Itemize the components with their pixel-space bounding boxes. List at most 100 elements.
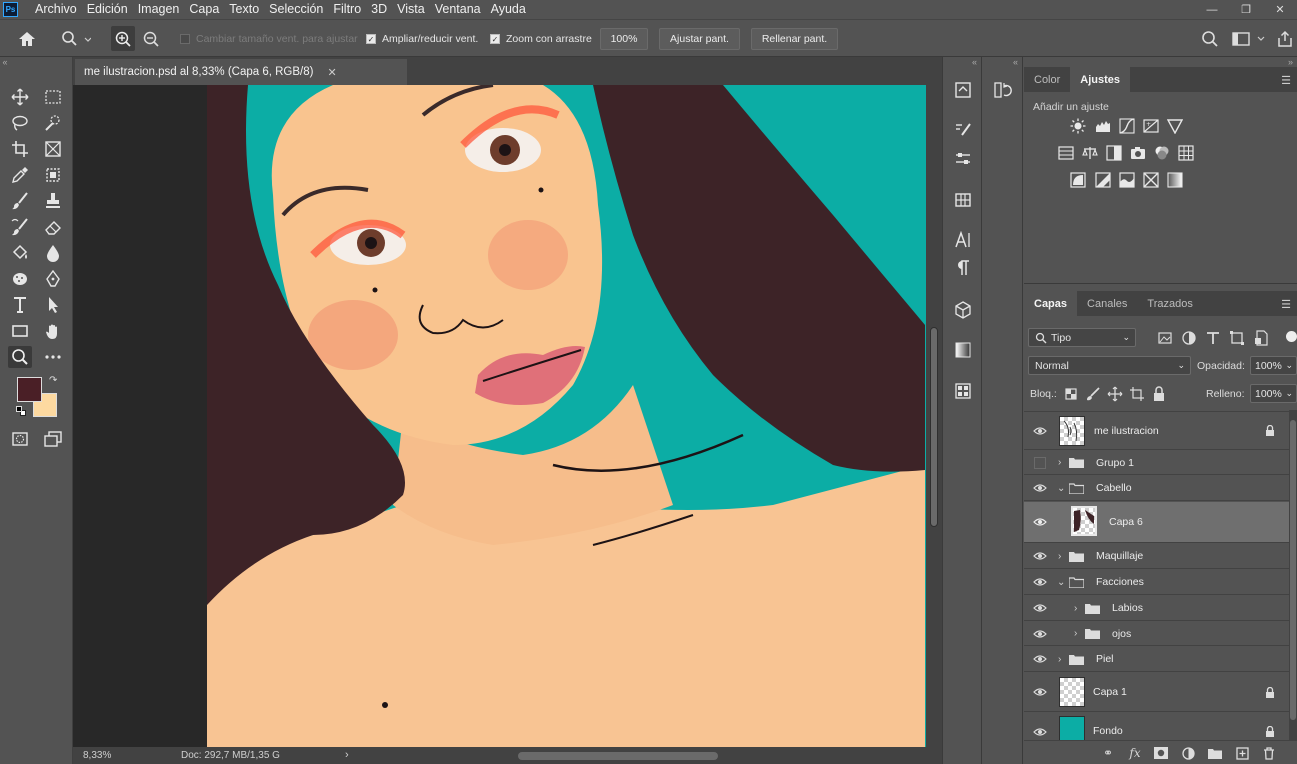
menu-texto[interactable]: Texto	[224, 0, 264, 19]
expand-dock-icon[interactable]: «	[943, 57, 981, 67]
layer-row[interactable]: › Labios	[1024, 596, 1289, 621]
resize-windows-checkbox[interactable]: Cambiar tamaño vent. para ajustar	[180, 20, 358, 58]
visibility-eye-icon[interactable]	[1033, 483, 1047, 493]
tab-color[interactable]: Color	[1024, 67, 1070, 92]
exposure-icon[interactable]: +	[1142, 117, 1160, 135]
layer-row[interactable]: › ojos	[1024, 622, 1289, 646]
visibility-eye-icon[interactable]	[1033, 727, 1047, 737]
quick-mask-icon[interactable]	[8, 428, 32, 450]
tab-ajustes[interactable]: Ajustes	[1070, 67, 1131, 92]
menu-edicion[interactable]: Edición	[82, 0, 133, 19]
tab-canales[interactable]: Canales	[1077, 291, 1137, 316]
eraser-tool-icon[interactable]	[41, 216, 65, 238]
path-selection-tool-icon[interactable]	[41, 294, 65, 316]
close-icon[interactable]: ✕	[1263, 0, 1297, 19]
zoom-out-icon[interactable]	[142, 20, 160, 58]
eyedropper-tool-icon[interactable]	[8, 164, 32, 186]
tab-capas[interactable]: Capas	[1024, 291, 1078, 316]
marquee-tool-icon[interactable]	[41, 86, 65, 108]
lock-transparent-pixels-icon[interactable]	[1062, 385, 1080, 403]
hue-saturation-icon[interactable]	[1057, 144, 1075, 162]
layer-row[interactable]: › Maquillaje	[1024, 544, 1289, 569]
filter-type-icon[interactable]	[1204, 329, 1222, 347]
channel-mixer-icon[interactable]	[1153, 144, 1171, 162]
fill-input[interactable]: 100% ⌄	[1250, 384, 1297, 403]
adjustments-panel-menu-icon[interactable]: ☰	[1281, 74, 1291, 87]
collapse-tools-icon[interactable]: «	[0, 57, 72, 67]
layer-row[interactable]: Capa 1	[1024, 673, 1289, 712]
zoom-tool-icon[interactable]	[8, 346, 32, 368]
opacity-input[interactable]: 100% ⌄	[1250, 356, 1297, 375]
filter-shape-icon[interactable]	[1228, 329, 1246, 347]
visibility-eye-icon[interactable]	[1033, 577, 1047, 587]
character-icon[interactable]	[952, 229, 974, 251]
invert-icon[interactable]	[1069, 171, 1087, 189]
menu-vista[interactable]: Vista	[392, 0, 430, 19]
menu-ventana[interactable]: Ventana	[430, 0, 486, 19]
tab-trazados[interactable]: Trazados	[1137, 291, 1202, 316]
selective-color-icon[interactable]	[1142, 171, 1160, 189]
illustration-canvas[interactable]	[73, 85, 926, 747]
menu-archivo[interactable]: Archivo	[30, 0, 82, 19]
lock-artboard-icon[interactable]	[1128, 385, 1146, 403]
visibility-eye-icon[interactable]	[1033, 426, 1047, 436]
libraries-icon[interactable]	[952, 79, 974, 101]
swap-colors-icon[interactable]: ↷	[49, 375, 57, 386]
paint-bucket-tool-icon[interactable]	[8, 242, 32, 264]
status-expand-icon[interactable]: ›	[345, 749, 349, 761]
layer-row[interactable]: › Grupo 1	[1024, 451, 1289, 475]
layer-row-selected[interactable]: Capa 6	[1024, 502, 1289, 543]
new-adjustment-layer-icon[interactable]	[1180, 745, 1196, 761]
canvas-horizontal-scrollbar[interactable]	[366, 749, 932, 762]
sponge-tool-icon[interactable]	[8, 268, 32, 290]
share-icon[interactable]	[1276, 20, 1294, 58]
layer-row[interactable]: › Piel	[1024, 647, 1289, 672]
posterize-icon[interactable]	[1094, 171, 1112, 189]
menu-ayuda[interactable]: Ayuda	[486, 0, 531, 19]
zoom-100-button[interactable]: 100%	[600, 28, 648, 50]
menu-filtro[interactable]: Filtro	[328, 0, 366, 19]
chevron-down-icon[interactable]: ⌄	[1057, 577, 1065, 588]
chevron-right-icon[interactable]: ›	[1074, 603, 1082, 614]
frame-select-tool-icon[interactable]	[41, 164, 65, 186]
visibility-eye-icon[interactable]	[1033, 654, 1047, 664]
filter-pixel-icon[interactable]	[1156, 329, 1174, 347]
layer-row[interactable]: ⌄ Facciones	[1024, 570, 1289, 595]
patterns-icon[interactable]	[952, 380, 974, 402]
home-icon[interactable]	[17, 20, 37, 58]
close-document-icon[interactable]: ✕	[327, 66, 336, 79]
expand-history-dock-icon[interactable]: «	[983, 57, 1022, 67]
frame-tool-icon[interactable]	[41, 138, 65, 160]
menu-3d[interactable]: 3D	[366, 0, 392, 19]
visibility-off-icon[interactable]	[1034, 457, 1046, 469]
curves-icon[interactable]	[1118, 117, 1136, 135]
lock-image-pixels-icon[interactable]	[1084, 385, 1102, 403]
scrubby-zoom-checkbox[interactable]: ✓ Zoom con arrastre	[490, 20, 592, 58]
canvas-area[interactable]	[73, 85, 926, 747]
fill-screen-button[interactable]: Rellenar pant.	[751, 28, 838, 50]
restore-icon[interactable]: ❐	[1229, 0, 1263, 19]
filter-smart-object-icon[interactable]	[1252, 329, 1270, 347]
workspace-switcher-icon[interactable]	[1231, 20, 1267, 58]
properties-icon[interactable]	[952, 148, 974, 170]
visibility-eye-icon[interactable]	[1033, 551, 1047, 561]
brightness-contrast-icon[interactable]	[1069, 117, 1087, 135]
photo-filter-icon[interactable]	[1129, 144, 1147, 162]
levels-icon[interactable]	[1094, 117, 1112, 135]
chevron-right-icon[interactable]: ›	[1058, 457, 1066, 468]
blend-mode-select[interactable]: Normal ⌄	[1028, 356, 1191, 375]
foreground-color-swatch[interactable]	[17, 377, 42, 402]
type-tool-icon[interactable]	[8, 294, 32, 316]
chevron-right-icon[interactable]: ›	[1074, 628, 1082, 639]
delete-layer-icon[interactable]	[1261, 745, 1277, 761]
canvas-vertical-scrollbar[interactable]	[926, 85, 942, 747]
quick-selection-tool-icon[interactable]	[41, 112, 65, 134]
lasso-tool-icon[interactable]	[8, 112, 32, 134]
brushes-icon[interactable]	[952, 119, 974, 141]
collapse-panels-icon[interactable]: »	[1024, 57, 1297, 67]
threshold-icon[interactable]	[1118, 171, 1136, 189]
zoom-tool-preset-icon[interactable]	[61, 20, 91, 58]
swatches-icon[interactable]	[952, 189, 974, 211]
layer-style-icon[interactable]: fx	[1127, 745, 1143, 761]
gradients-icon[interactable]	[952, 339, 974, 361]
